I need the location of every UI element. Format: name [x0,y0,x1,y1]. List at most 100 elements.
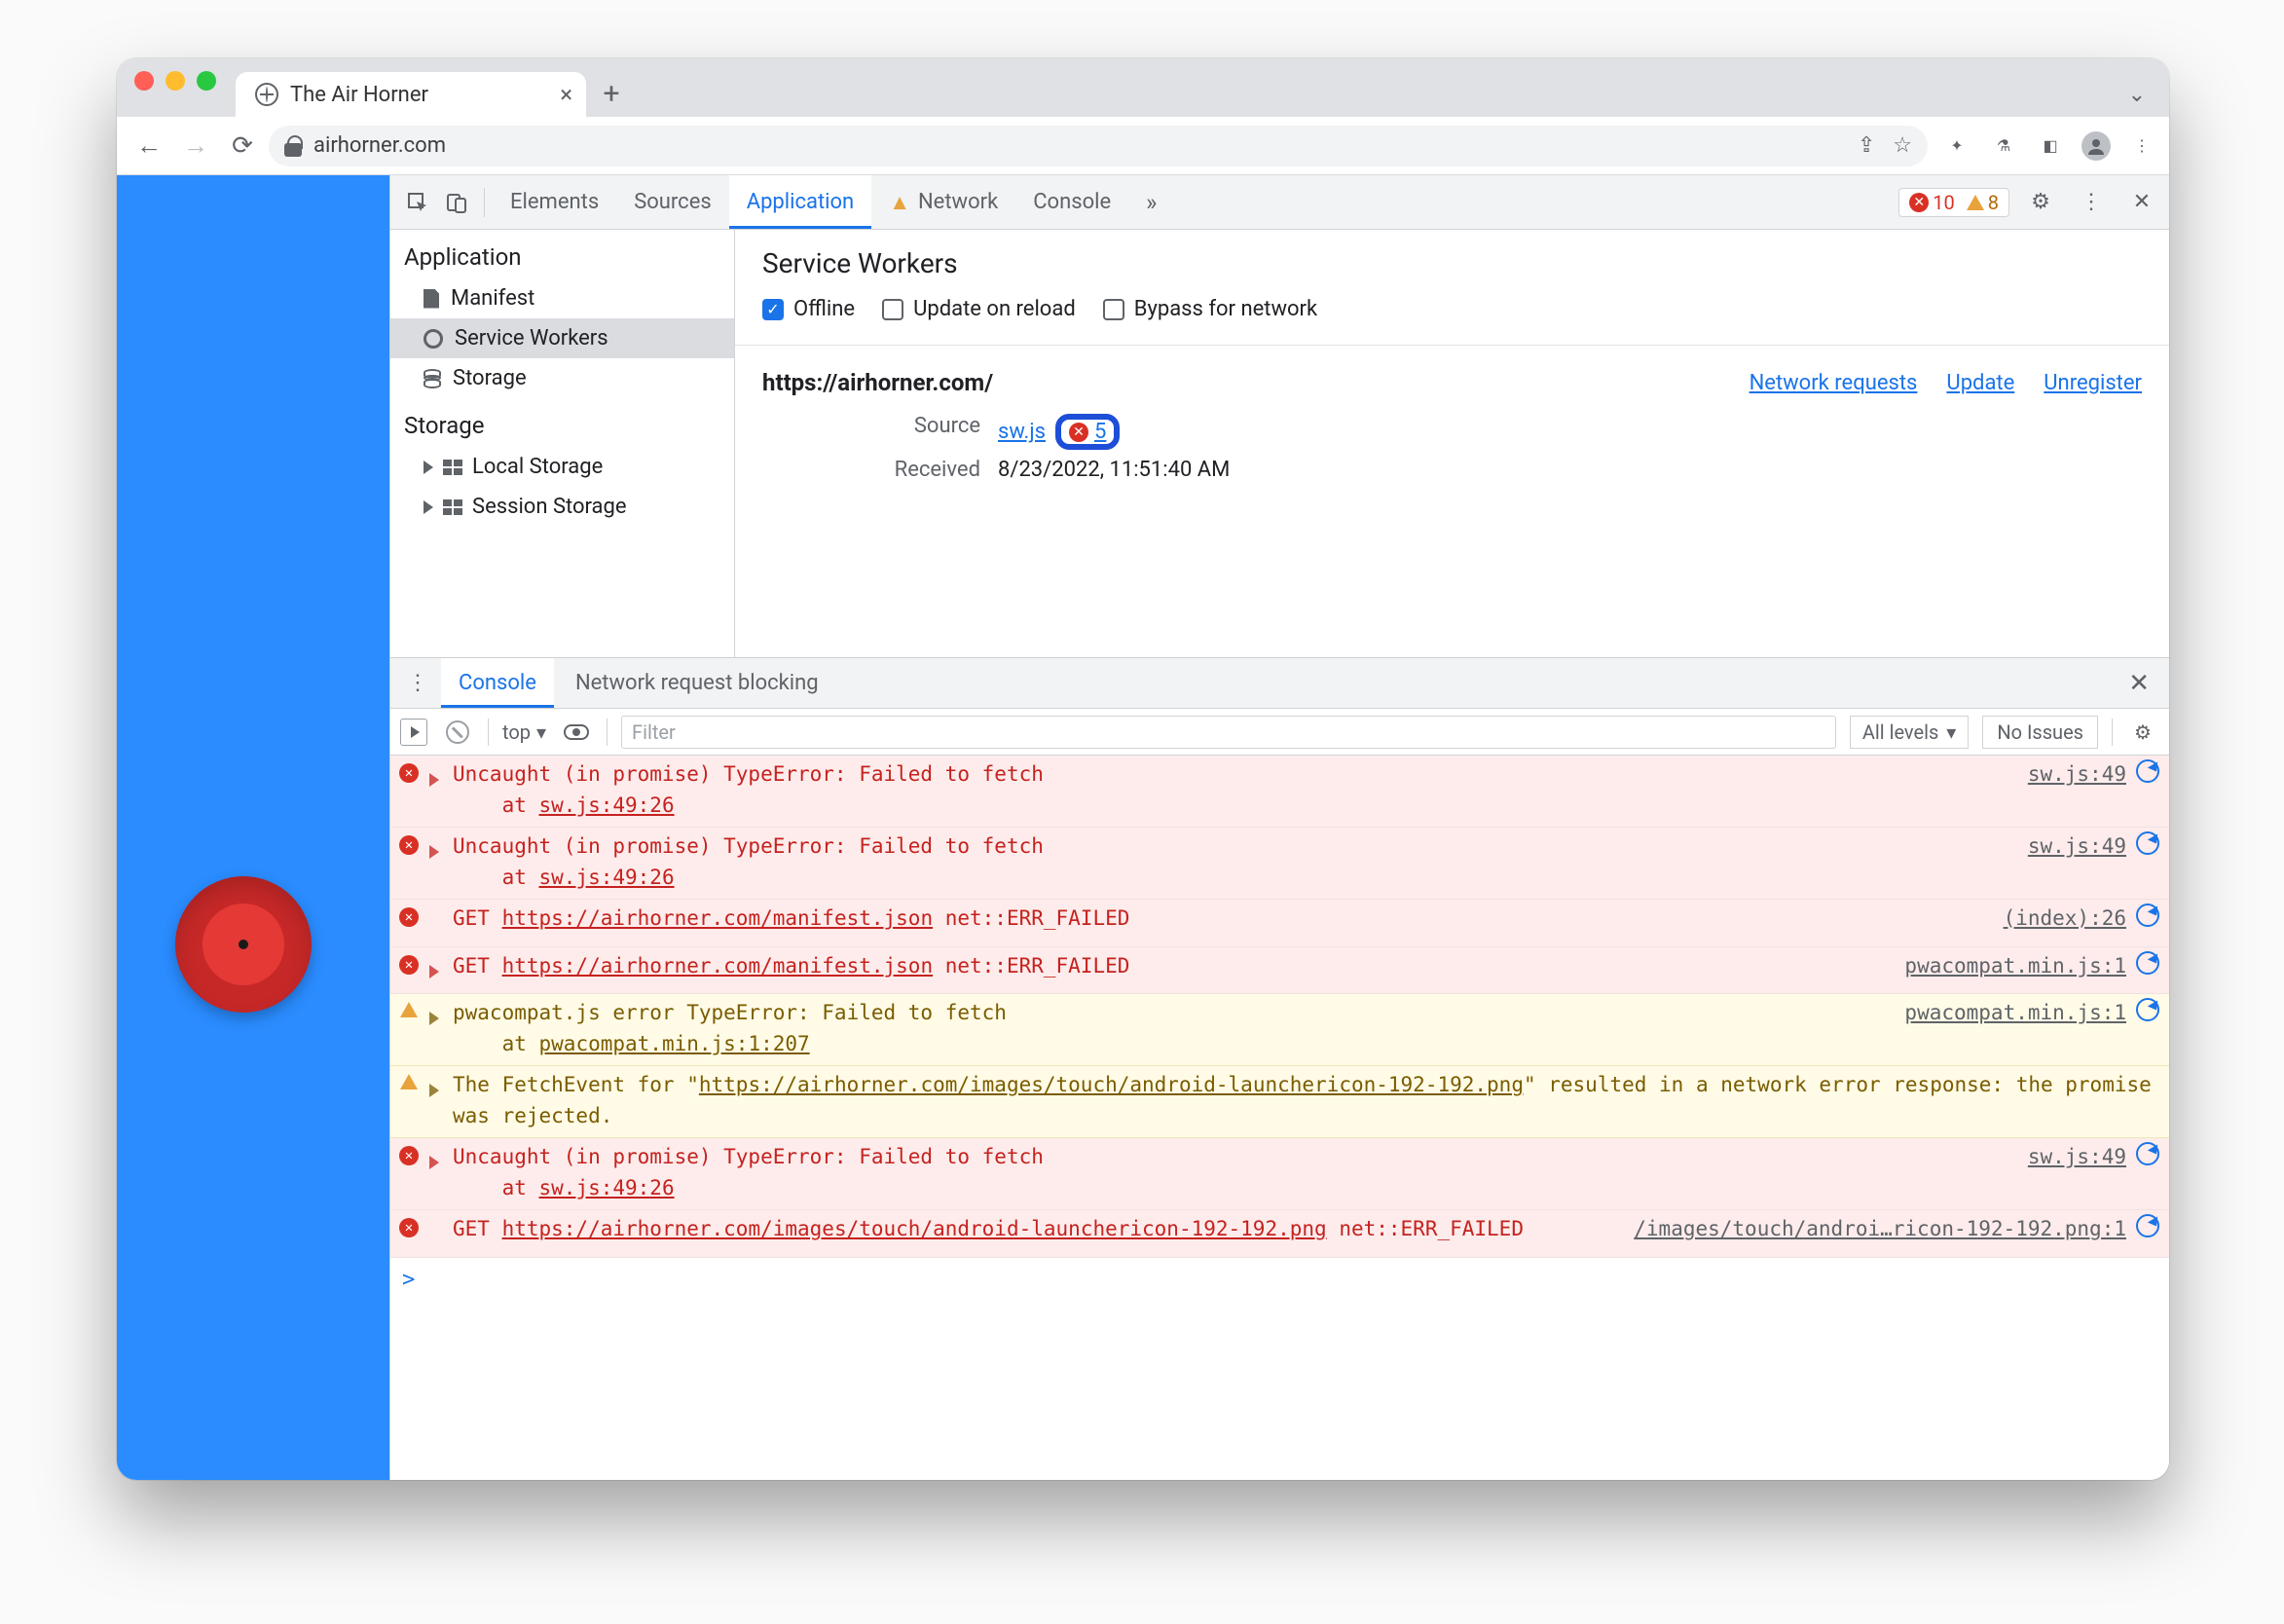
source-link[interactable]: (index):26 [2004,904,2126,935]
tabs-menu-chevron-icon[interactable]: ⌄ [2115,77,2159,117]
reload-icon[interactable] [2136,998,2159,1021]
unregister-link[interactable]: Unregister [2044,371,2142,395]
source-link[interactable]: pwacompat.min.js:1 [1904,998,2126,1029]
clear-console-button[interactable] [441,716,474,749]
url-link[interactable]: https://airhorner.com/images/touch/andro… [699,1073,1524,1096]
drawer-tab-network-blocking[interactable]: Network request blocking [558,658,836,708]
drawer-menu-icon[interactable]: ⋮ [398,664,437,703]
offline-checkbox[interactable]: ✓Offline [762,297,855,321]
stack-link[interactable]: pwacompat.min.js:1:207 [539,1032,810,1055]
console-row[interactable]: ✕Uncaught (in promise) TypeError: Failed… [390,828,2169,900]
side-panel-icon[interactable]: ◧ [2035,130,2066,162]
drawer-close-icon[interactable]: ✕ [2117,669,2161,698]
filter-input[interactable]: Filter [621,716,1836,749]
console-row[interactable]: pwacompat.js error TypeError: Failed to … [390,994,2169,1066]
reload-icon[interactable] [2136,1142,2159,1165]
omnibox[interactable]: airhorner.com ⇪ ☆ [269,126,1928,166]
sidebar-item-session-storage[interactable]: Session Storage [390,487,734,527]
expand-icon[interactable] [429,1084,439,1097]
minimize-window-button[interactable] [166,71,185,91]
warning-count: 8 [1988,191,1999,214]
settings-gear-icon[interactable]: ⚙ [2021,183,2060,222]
update-link[interactable]: Update [1946,371,2014,395]
browser-tab[interactable]: The Air Horner × [236,72,586,117]
stack-link[interactable]: sw.js:49:26 [539,1176,675,1200]
tab-elements[interactable]: Elements [493,175,616,229]
bypass-for-network-checkbox[interactable]: Bypass for network [1103,297,1317,321]
console-row[interactable]: ✕GET https://airhorner.com/manifest.json… [390,947,2169,995]
expand-icon[interactable] [429,1156,439,1169]
issue-counts[interactable]: ✕10 8 [1898,188,2009,217]
live-expression-button[interactable] [560,716,593,749]
sidebar-item-service-workers[interactable]: Service Workers [390,318,734,358]
sw-error-count-link[interactable]: 5 [1094,420,1106,444]
expand-icon[interactable] [429,845,439,859]
bookmark-icon[interactable]: ☆ [1893,133,1912,158]
expand-icon[interactable] [429,1012,439,1025]
sidebar-item-label: Local Storage [472,455,603,479]
console-row[interactable]: The FetchEvent for "https://airhorner.co… [390,1066,2169,1138]
file-icon [424,289,439,309]
tab-network[interactable]: ▲Network [871,175,1015,229]
console-row[interactable]: ✕GET https://airhorner.com/images/touch/… [390,1210,2169,1258]
devtools-menu-icon[interactable]: ⋮ [2072,183,2111,222]
console-row[interactable]: ✕Uncaught (in promise) TypeError: Failed… [390,756,2169,828]
nav-back-button[interactable]: ← [129,126,169,166]
drawer-tab-console[interactable]: Console [441,658,554,708]
sidebar-item-local-storage[interactable]: Local Storage [390,447,734,487]
console-row[interactable]: ✕Uncaught (in promise) TypeError: Failed… [390,1138,2169,1210]
labs-icon[interactable]: ⚗ [1988,130,2019,162]
console-settings-icon[interactable]: ⚙ [2126,716,2159,749]
toggle-sidebar-button[interactable] [400,719,427,746]
tab-console[interactable]: Console [1015,175,1128,229]
expand-icon[interactable] [429,965,439,978]
nav-reload-button[interactable]: ⟳ [222,126,263,166]
close-tab-icon[interactable]: × [560,81,572,108]
console-row[interactable]: ✕GET https://airhorner.com/manifest.json… [390,900,2169,947]
stack-link[interactable]: sw.js:49:26 [539,794,675,817]
tabs-overflow-button[interactable]: » [1128,175,1174,229]
sidebar-item-manifest[interactable]: Manifest [390,278,734,318]
stack-link[interactable]: sw.js:49:26 [539,866,675,889]
devtools-close-icon[interactable]: ✕ [2122,183,2161,222]
reload-icon[interactable] [2136,951,2159,975]
source-link[interactable]: pwacompat.min.js:1 [1904,951,2126,982]
context-selector[interactable]: top ▾ [502,720,546,744]
expand-icon[interactable] [429,773,439,787]
sw-error-badge[interactable]: ✕ 5 [1055,414,1120,450]
reload-icon[interactable] [2136,904,2159,927]
device-toolbar-icon[interactable] [437,183,476,222]
console-prompt[interactable]: > [390,1258,2169,1302]
log-levels-selector[interactable]: All levels▾ [1850,716,1969,749]
console-log[interactable]: ✕Uncaught (in promise) TypeError: Failed… [390,756,2169,1480]
tab-application[interactable]: Application [729,175,871,229]
url-link[interactable]: https://airhorner.com/images/touch/andro… [502,1217,1327,1240]
share-icon[interactable]: ⇪ [1858,133,1875,158]
network-requests-link[interactable]: Network requests [1750,371,1918,395]
airhorn-button[interactable] [175,876,312,1013]
service-workers-pane: Service Workers ✓Offline Update on reloa… [735,230,2169,657]
tab-sources[interactable]: Sources [616,175,729,229]
update-on-reload-checkbox[interactable]: Update on reload [882,297,1076,321]
source-link[interactable]: sw.js:49 [2028,759,2126,791]
extensions-icon[interactable]: ✦ [1941,130,1972,162]
source-link[interactable]: sw.js:49 [2028,1142,2126,1173]
url-link[interactable]: https://airhorner.com/manifest.json [502,954,934,978]
new-tab-button[interactable]: + [592,74,631,113]
profile-avatar[interactable] [2081,131,2111,161]
zoom-window-button[interactable] [197,71,216,91]
source-link[interactable]: sw.js:49 [2028,831,2126,863]
source-link[interactable]: /images/touch/androi…ricon-192-192.png:1 [1634,1214,2126,1245]
sidebar-item-storage[interactable]: Storage [390,358,734,398]
tab-label: Console [459,671,536,695]
issues-button[interactable]: No Issues [1982,716,2098,749]
reload-icon[interactable] [2136,831,2159,855]
browser-menu-icon[interactable]: ⋮ [2126,130,2157,162]
reload-icon[interactable] [2136,759,2159,783]
close-window-button[interactable] [134,71,154,91]
nav-forward-button[interactable]: → [175,126,216,166]
inspect-icon[interactable] [398,183,437,222]
sw-source-link[interactable]: sw.js [998,420,1046,444]
reload-icon[interactable] [2136,1214,2159,1237]
url-link[interactable]: https://airhorner.com/manifest.json [502,906,934,930]
